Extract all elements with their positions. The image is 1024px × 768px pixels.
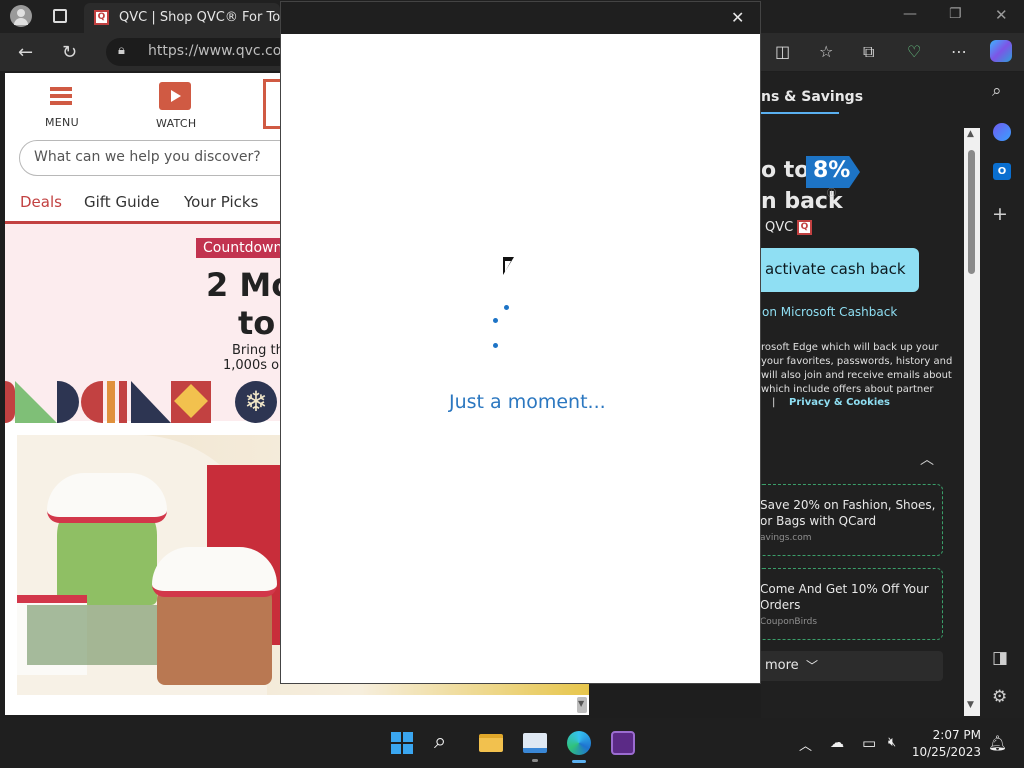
outlook-icon[interactable]: O bbox=[993, 163, 1011, 180]
promo-store: QVC bbox=[765, 220, 794, 235]
collapse-chevron-icon[interactable]: ︿ bbox=[920, 449, 934, 469]
hero-subtext-1: Bring th bbox=[232, 343, 284, 358]
close-window-icon[interactable]: ✕ bbox=[995, 6, 1008, 24]
favorites-icon[interactable]: ☆ bbox=[819, 42, 833, 61]
hero-headline-2: to bbox=[238, 304, 276, 342]
browser-essentials-icon[interactable]: ♡ bbox=[907, 42, 921, 61]
sidebar-header: ns & Savings bbox=[761, 89, 864, 105]
offer-source: CouponBirds bbox=[760, 617, 818, 627]
menu-icon[interactable] bbox=[50, 87, 72, 105]
minimize-icon[interactable]: — bbox=[903, 6, 917, 22]
disclaimer-line: rosoft Edge which will back up your bbox=[761, 342, 939, 353]
menu-label[interactable]: MENU bbox=[45, 116, 79, 129]
offer-title: Save 20% on Fashion, Shoes, or Bags with… bbox=[760, 498, 936, 528]
scroll-down-arrow-icon[interactable]: ▼ bbox=[578, 699, 584, 708]
copilot-rail-icon[interactable] bbox=[993, 123, 1011, 141]
address-url: https://www.qvc.com bbox=[148, 43, 295, 59]
disclaimer-line: will also join and receive emails about bbox=[761, 370, 952, 381]
edge-browser-icon[interactable] bbox=[567, 731, 591, 755]
scroll-up-arrow-icon[interactable]: ▲ bbox=[967, 129, 974, 139]
nav-link-your-picks[interactable]: Your Picks bbox=[184, 193, 258, 211]
loading-spinner-icon bbox=[491, 305, 511, 351]
store-logo-icon: Q bbox=[797, 220, 812, 235]
offer-title: Come And Get 10% Off Your Orders bbox=[760, 582, 929, 612]
tray-overflow-icon[interactable]: ︿ bbox=[799, 735, 812, 754]
promo-line-1: o to bbox=[761, 158, 810, 183]
back-icon[interactable]: ← bbox=[18, 42, 33, 63]
search-icon[interactable]: ⌕ bbox=[992, 81, 1002, 101]
settings-icon[interactable]: ⚙ bbox=[992, 687, 1007, 707]
split-screen-icon[interactable]: ◫ bbox=[775, 42, 790, 61]
active-tab[interactable]: Q QVC | Shop QVC® For Today's bbox=[84, 3, 280, 33]
tab-actions-icon[interactable] bbox=[53, 9, 67, 23]
nav-link-deals[interactable]: Deals bbox=[20, 193, 62, 211]
start-icon[interactable] bbox=[391, 732, 413, 754]
watch-icon[interactable] bbox=[159, 82, 191, 110]
hero-subtext-2: 1,000s o bbox=[223, 358, 280, 373]
collections-icon[interactable]: ⧉ bbox=[863, 42, 874, 62]
search-input[interactable]: What can we help you discover? bbox=[19, 140, 319, 176]
dialog-close-icon[interactable]: ✕ bbox=[731, 8, 744, 27]
file-explorer-icon[interactable] bbox=[479, 734, 503, 752]
taskbar-app-indicator bbox=[532, 759, 538, 762]
more-label[interactable]: more bbox=[765, 658, 799, 673]
qvc-favicon-icon: Q bbox=[94, 10, 109, 25]
sidebar-scroll-thumb[interactable] bbox=[968, 150, 975, 274]
privacy-link[interactable]: Privacy & Cookies bbox=[789, 397, 890, 408]
clock-date[interactable]: 10/25/2023 bbox=[907, 745, 981, 759]
copilot-icon[interactable] bbox=[990, 40, 1012, 62]
mouse-cursor-fill bbox=[505, 261, 511, 272]
dialog-titlebar bbox=[281, 2, 760, 34]
taskbar-app-indicator-active bbox=[572, 760, 586, 763]
separator: | bbox=[772, 397, 776, 408]
sound-muted-icon[interactable]: 🔇︎ bbox=[888, 735, 896, 750]
disclaimer-text: rosoft Edge which will back up your your… bbox=[761, 341, 961, 397]
notifications-bell-icon[interactable]: 🔔︎ bbox=[988, 734, 1007, 752]
watch-label[interactable]: WATCH bbox=[156, 117, 196, 130]
promo-percent: 8% bbox=[813, 158, 851, 183]
activate-cashback-button[interactable]: activate cash back bbox=[761, 248, 919, 292]
word-game-icon[interactable] bbox=[611, 731, 635, 755]
cashback-link[interactable]: on Microsoft Cashback bbox=[762, 305, 897, 319]
more-chevron-icon: ﹀ bbox=[806, 659, 819, 673]
task-manager-icon[interactable] bbox=[523, 733, 547, 753]
restore-icon[interactable]: ❐ bbox=[949, 6, 962, 22]
more-options-icon[interactable]: ⋯ bbox=[951, 42, 967, 61]
info-icon[interactable]: ⓘ bbox=[827, 186, 836, 199]
tab-title: QVC | Shop QVC® For Today's bbox=[119, 10, 280, 25]
sidebar-header-underline bbox=[761, 112, 839, 114]
sidebar-toggle-icon[interactable]: ◨ bbox=[992, 648, 1008, 668]
taskbar-search-icon[interactable]: ⌕ bbox=[434, 729, 446, 754]
loading-text: Just a moment... bbox=[449, 391, 606, 413]
clock-time[interactable]: 2:07 PM bbox=[915, 728, 981, 742]
scroll-down-arrow-icon[interactable]: ▼ bbox=[967, 700, 974, 710]
address-bar[interactable]: 🔒︎ https://www.qvc.com bbox=[106, 38, 295, 66]
offer-source: avings.com bbox=[760, 533, 812, 543]
lock-icon: 🔒︎ bbox=[118, 43, 125, 58]
hero-pattern-strip: ❄ bbox=[5, 381, 285, 423]
disclaimer-line: your favorites, passwords, history and bbox=[761, 356, 953, 367]
disclaimer-line: which include offers about partner bbox=[761, 384, 934, 395]
nav-link-gift-guide[interactable]: Gift Guide bbox=[84, 193, 160, 211]
countdown-badge: Countdown bbox=[196, 238, 290, 258]
add-icon[interactable]: + bbox=[992, 203, 1008, 225]
onedrive-icon[interactable]: ☁ bbox=[830, 735, 844, 751]
profile-avatar[interactable] bbox=[10, 5, 32, 27]
refresh-icon[interactable]: ↻ bbox=[62, 42, 77, 63]
loading-dialog: ✕ Just a moment... bbox=[280, 1, 761, 684]
display-icon[interactable]: ▭ bbox=[862, 734, 876, 752]
